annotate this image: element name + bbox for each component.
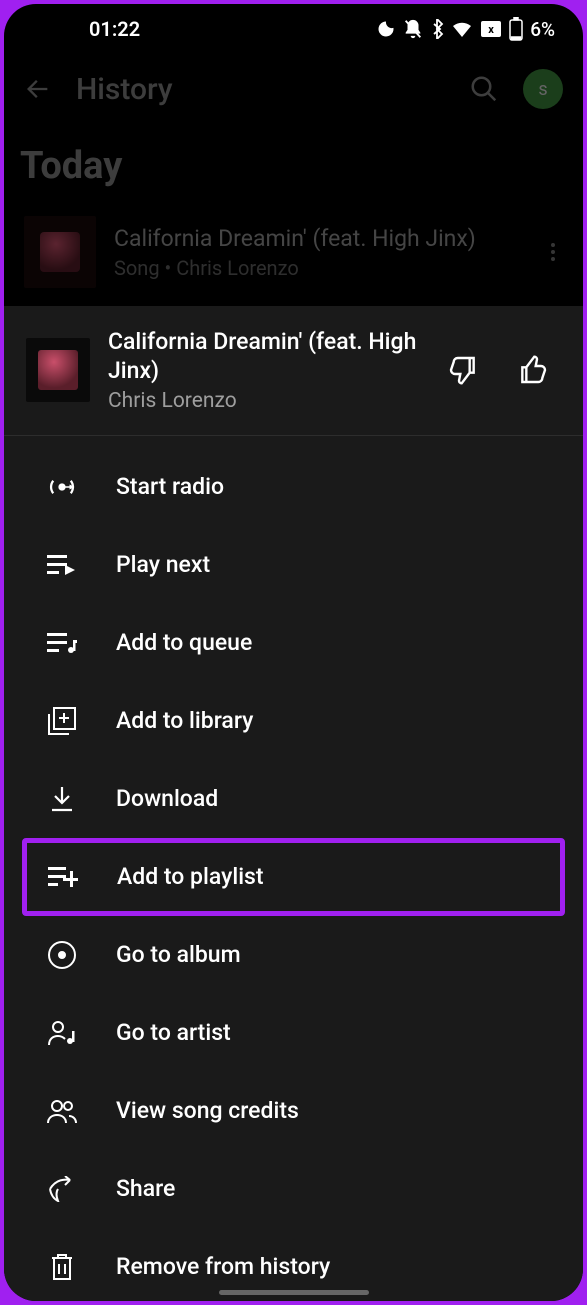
wifi-icon bbox=[450, 19, 474, 39]
sheet-artist: Chris Lorenzo bbox=[108, 389, 419, 413]
menu-start-radio[interactable]: Start radio bbox=[4, 448, 583, 526]
album-icon bbox=[47, 940, 77, 970]
back-arrow-icon[interactable] bbox=[24, 75, 52, 103]
credits-icon bbox=[46, 1098, 78, 1124]
menu-go-artist[interactable]: Go to artist bbox=[4, 994, 583, 1072]
library-add-icon bbox=[48, 707, 76, 735]
menu-add-library[interactable]: Add to library bbox=[4, 682, 583, 760]
nav-pill[interactable] bbox=[219, 1290, 369, 1295]
sheet-header: California Dreamin' (feat. High Jinx) Ch… bbox=[4, 306, 583, 436]
more-options-icon[interactable] bbox=[541, 233, 565, 271]
app-bar: History s bbox=[4, 54, 583, 124]
play-next-icon bbox=[47, 552, 77, 578]
action-sheet: California Dreamin' (feat. High Jinx) Ch… bbox=[4, 306, 583, 1301]
history-list-item[interactable]: California Dreamin' (feat. High Jinx) So… bbox=[4, 206, 583, 288]
menu-view-credits[interactable]: View song credits bbox=[4, 1072, 583, 1150]
menu-add-playlist[interactable]: Add to playlist bbox=[22, 838, 565, 916]
vpn-icon: x bbox=[480, 20, 502, 38]
search-icon[interactable] bbox=[469, 74, 499, 104]
thumbs-up-button[interactable] bbox=[507, 354, 559, 386]
download-icon bbox=[49, 785, 75, 813]
menu-go-album[interactable]: Go to album bbox=[4, 916, 583, 994]
sheet-track-title: California Dreamin' (feat. High Jinx) bbox=[108, 328, 419, 386]
status-bar: 01:22 x 6% bbox=[4, 4, 583, 54]
trash-icon bbox=[50, 1252, 74, 1282]
album-art-thumb bbox=[24, 216, 96, 288]
status-icons: x 6% bbox=[376, 17, 555, 41]
menu-share[interactable]: Share bbox=[4, 1150, 583, 1228]
share-icon bbox=[47, 1176, 77, 1202]
svg-text:x: x bbox=[488, 23, 494, 36]
add-queue-icon bbox=[47, 630, 77, 656]
section-heading: Today bbox=[4, 124, 583, 206]
battery-icon bbox=[508, 17, 524, 41]
thumbs-down-icon bbox=[447, 354, 479, 386]
track-subtitle: Song • Chris Lorenzo bbox=[114, 256, 523, 280]
menu-download[interactable]: Download bbox=[4, 760, 583, 838]
clock: 01:22 bbox=[89, 17, 140, 41]
thumbs-up-icon bbox=[517, 354, 549, 386]
bluetooth-icon bbox=[430, 19, 444, 39]
playlist-add-icon bbox=[48, 865, 78, 889]
dnd-moon-icon bbox=[376, 19, 396, 39]
page-title: History bbox=[76, 72, 445, 107]
menu-play-next[interactable]: Play next bbox=[4, 526, 583, 604]
radio-icon bbox=[47, 472, 77, 502]
menu-add-queue[interactable]: Add to queue bbox=[4, 604, 583, 682]
thumbs-down-button[interactable] bbox=[437, 354, 489, 386]
battery-percent: 6% bbox=[530, 18, 555, 41]
avatar[interactable]: s bbox=[523, 69, 563, 109]
mute-icon bbox=[402, 18, 424, 40]
menu-list: Start radio Play next Add to queue Add t… bbox=[4, 436, 583, 1302]
album-art-thumb bbox=[26, 338, 90, 402]
artist-icon bbox=[47, 1018, 77, 1048]
track-title: California Dreamin' (feat. High Jinx) bbox=[114, 224, 523, 254]
